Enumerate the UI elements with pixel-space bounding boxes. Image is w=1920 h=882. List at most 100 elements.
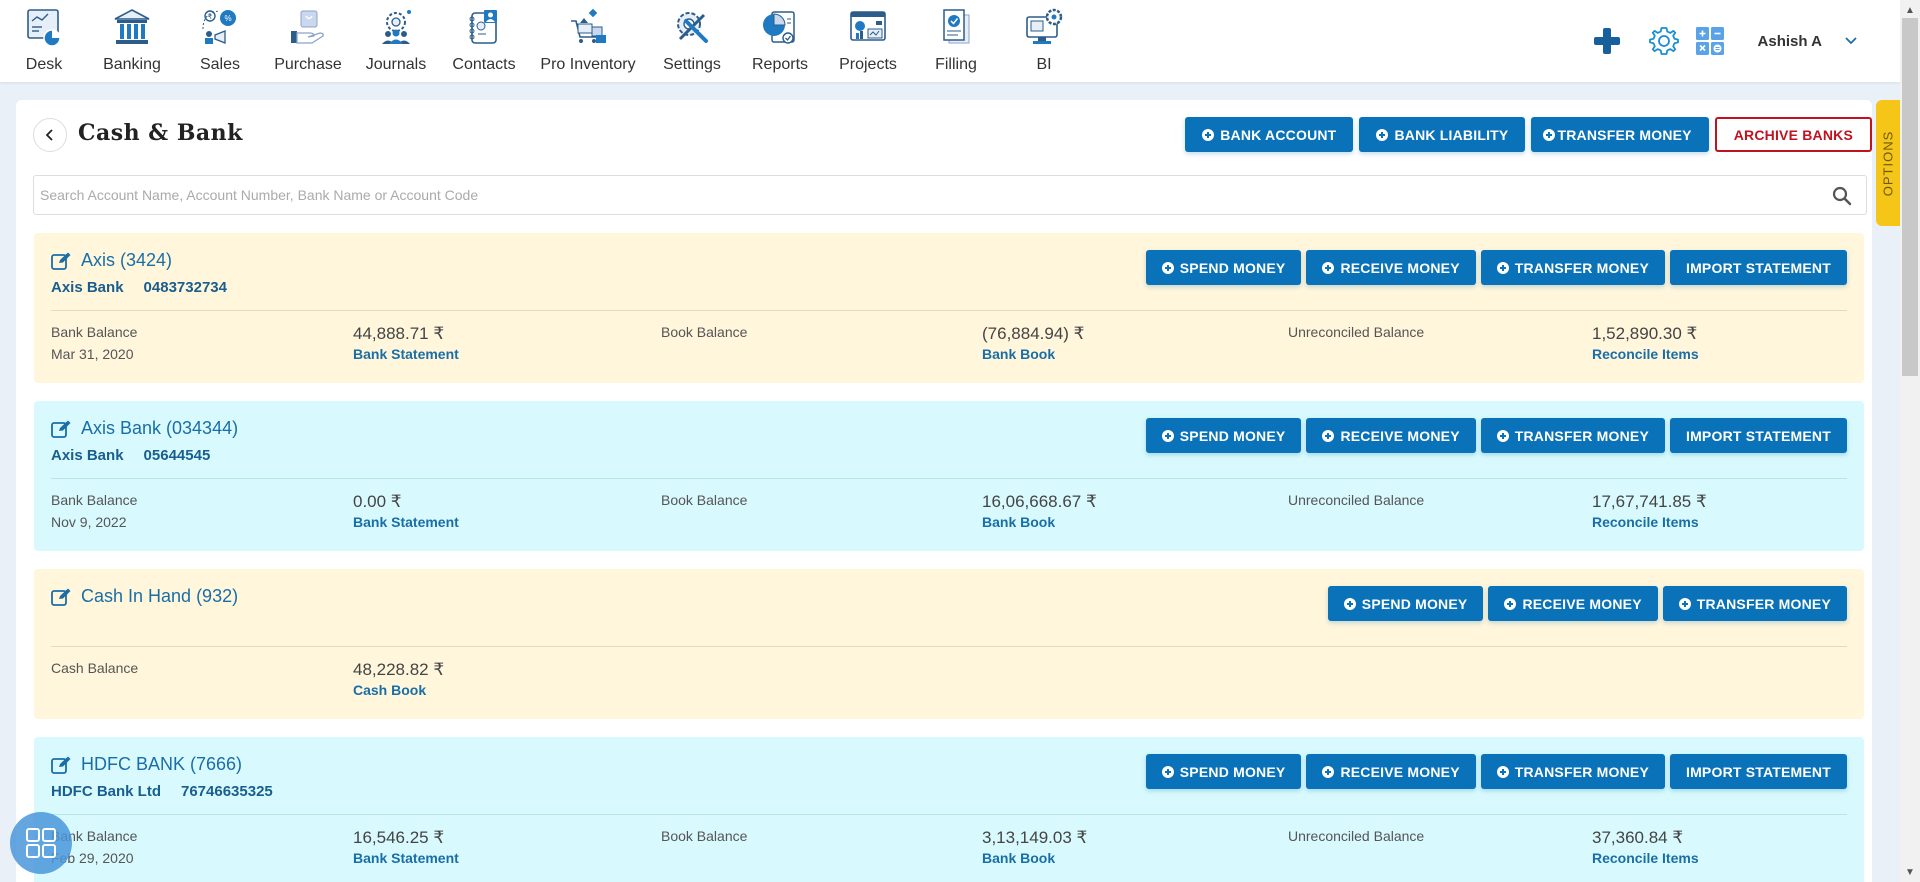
bank-statement-link[interactable]: Bank Statement	[353, 850, 459, 866]
nav-item-contacts[interactable]: Contacts	[440, 0, 528, 82]
search-field[interactable]	[33, 175, 1867, 215]
cash-balance-group: 48,228.82 ₹ Cash Book	[353, 660, 444, 698]
scroll-thumb[interactable]	[1902, 18, 1918, 376]
transfer-money-button[interactable]: TRANSFER MONEY	[1480, 754, 1665, 789]
bank-balance-group: 44,888.71 ₹ Bank Statement	[353, 324, 459, 362]
plus-circle-icon	[1343, 597, 1356, 610]
spend-money-button[interactable]: SPEND MONEY	[1145, 250, 1302, 285]
unreconciled-group: 17,67,741.85 ₹ Reconcile Items	[1592, 492, 1707, 530]
nav-item-projects[interactable]: Projects	[824, 0, 912, 82]
import-statement-button[interactable]: IMPORT STATEMENT	[1669, 250, 1847, 285]
nav-item-bi[interactable]: BI	[1000, 0, 1088, 82]
bank-statement-link[interactable]: Bank Statement	[353, 514, 459, 530]
button-label: TRANSFER MONEY	[1696, 595, 1831, 612]
nav-right-tools: Ashish A	[1592, 0, 1900, 82]
account-actions: SPEND MONEY RECEIVE MONEY TRANSFER MONEY…	[1145, 250, 1847, 285]
cash-balance-amount: 48,228.82 ₹	[353, 660, 445, 679]
search-input[interactable]	[34, 176, 1866, 214]
book-balance-group: 3,13,149.03 ₹ Bank Book	[982, 828, 1087, 866]
edit-icon[interactable]	[51, 756, 71, 774]
transfer-money-button[interactable]: TRANSFER MONEY	[1531, 117, 1709, 152]
nav-item-pro-inventory[interactable]: Pro Inventory	[528, 0, 648, 82]
card-divider	[51, 310, 1847, 311]
nav-item-banking[interactable]: Banking	[88, 0, 176, 82]
account-title-link[interactable]: HDFC BANK (7666)	[51, 754, 242, 775]
nav-item-reports[interactable]: Reports	[736, 0, 824, 82]
book-balance-amount: (76,884.94) ₹	[982, 324, 1085, 343]
user-name[interactable]: Ashish A	[1758, 33, 1822, 50]
bank-book-link[interactable]: Bank Book	[982, 850, 1087, 866]
bank-balance-label-group: Bank Balance Mar 31, 2020	[51, 324, 137, 362]
cash-balance-label-group: Cash Balance	[51, 660, 138, 676]
unreconciled-balance-amount: 17,67,741.85 ₹	[1592, 492, 1707, 511]
import-statement-button[interactable]: IMPORT STATEMENT	[1669, 754, 1847, 789]
sales-icon: ₹%	[200, 5, 240, 49]
reconcile-items-link[interactable]: Reconcile Items	[1592, 346, 1699, 362]
page-scrollbar[interactable]: ▲ ▼	[1900, 0, 1920, 882]
chevron-down-icon[interactable]	[1844, 36, 1858, 46]
add-bank-liability-button[interactable]: BANK LIABILITY	[1359, 117, 1526, 152]
nav-label: Projects	[839, 56, 897, 73]
plus-circle-icon	[1322, 765, 1335, 778]
bank-balance-amount: 16,546.25 ₹	[353, 828, 445, 847]
add-bank-account-button[interactable]: BANK ACCOUNT	[1185, 117, 1354, 152]
import-statement-button[interactable]: IMPORT STATEMENT	[1669, 418, 1847, 453]
plus-circle-icon	[1376, 128, 1389, 141]
nav-item-filling[interactable]: Filling	[912, 0, 1000, 82]
account-title-link[interactable]: Cash In Hand (932)	[51, 586, 238, 607]
grid-icon	[26, 828, 56, 858]
spend-money-button[interactable]: SPEND MONEY	[1145, 754, 1302, 789]
plus-circle-icon	[1678, 597, 1691, 610]
book-balance-amount: 16,06,668.67 ₹	[982, 492, 1097, 511]
account-title-link[interactable]: Axis (3424)	[51, 250, 172, 271]
options-tab[interactable]: OPTIONS	[1876, 100, 1900, 226]
nav-item-purchase[interactable]: Purchase	[264, 0, 352, 82]
receive-money-button[interactable]: RECEIVE MONEY	[1306, 754, 1476, 789]
receive-money-button[interactable]: RECEIVE MONEY	[1306, 250, 1476, 285]
search-icon[interactable]	[1832, 186, 1852, 206]
plus-circle-icon	[1202, 128, 1215, 141]
apps-launcher-button[interactable]	[10, 812, 72, 874]
scroll-down-arrow-icon[interactable]: ▼	[1900, 864, 1920, 880]
reconcile-items-link[interactable]: Reconcile Items	[1592, 514, 1707, 530]
scroll-up-arrow-icon[interactable]: ▲	[1900, 2, 1920, 18]
spend-money-button[interactable]: SPEND MONEY	[1327, 586, 1484, 621]
transfer-money-button[interactable]: TRANSFER MONEY	[1480, 418, 1665, 453]
add-icon[interactable]	[1592, 26, 1622, 56]
book-balance-label: Book Balance	[661, 324, 748, 340]
back-button[interactable]	[33, 118, 67, 152]
edit-icon[interactable]	[51, 588, 71, 606]
bank-balance-group: 0.00 ₹ Bank Statement	[353, 492, 459, 530]
transfer-money-button[interactable]: TRANSFER MONEY	[1480, 250, 1665, 285]
nav-item-sales[interactable]: ₹% Sales	[176, 0, 264, 82]
bank-statement-link[interactable]: Bank Statement	[353, 346, 459, 362]
nav-item-journals[interactable]: Journals	[352, 0, 440, 82]
bank-book-link[interactable]: Bank Book	[982, 346, 1085, 362]
cash-book-link[interactable]: Cash Book	[353, 682, 444, 698]
button-label: BANK ACCOUNT	[1220, 126, 1337, 143]
nav-item-settings[interactable]: Settings	[648, 0, 736, 82]
bank-name: HDFC Bank Ltd	[51, 783, 161, 800]
button-label: SPEND MONEY	[1179, 427, 1286, 444]
purchase-icon	[288, 5, 328, 49]
book-balance-amount: 3,13,149.03 ₹	[982, 828, 1088, 847]
bank-book-link[interactable]: Bank Book	[982, 514, 1097, 530]
button-label: TRANSFER MONEY	[1514, 259, 1649, 276]
edit-icon[interactable]	[51, 252, 71, 270]
calculator-icon[interactable]	[1695, 27, 1724, 55]
bank-icon	[112, 5, 152, 49]
account-number: 76746635325	[181, 783, 273, 800]
cash-bank-panel: Cash & Bank BANK ACCOUNT BANK LIABILITY …	[16, 100, 1872, 882]
account-title-link[interactable]: Axis Bank (034344)	[51, 418, 238, 439]
transfer-money-button[interactable]: TRANSFER MONEY	[1662, 586, 1847, 621]
spend-money-button[interactable]: SPEND MONEY	[1145, 418, 1302, 453]
receive-money-button[interactable]: RECEIVE MONEY	[1488, 586, 1658, 621]
reconcile-items-link[interactable]: Reconcile Items	[1592, 850, 1699, 866]
gear-icon[interactable]	[1648, 25, 1680, 57]
edit-icon[interactable]	[51, 420, 71, 438]
receive-money-button[interactable]: RECEIVE MONEY	[1306, 418, 1476, 453]
archive-banks-button[interactable]: ARCHIVE BANKS	[1714, 117, 1872, 152]
bank-balance-date: Mar 31, 2020	[51, 346, 134, 362]
nav-item-desk[interactable]: Desk	[0, 0, 88, 82]
button-label: TRANSFER MONEY	[1514, 427, 1649, 444]
